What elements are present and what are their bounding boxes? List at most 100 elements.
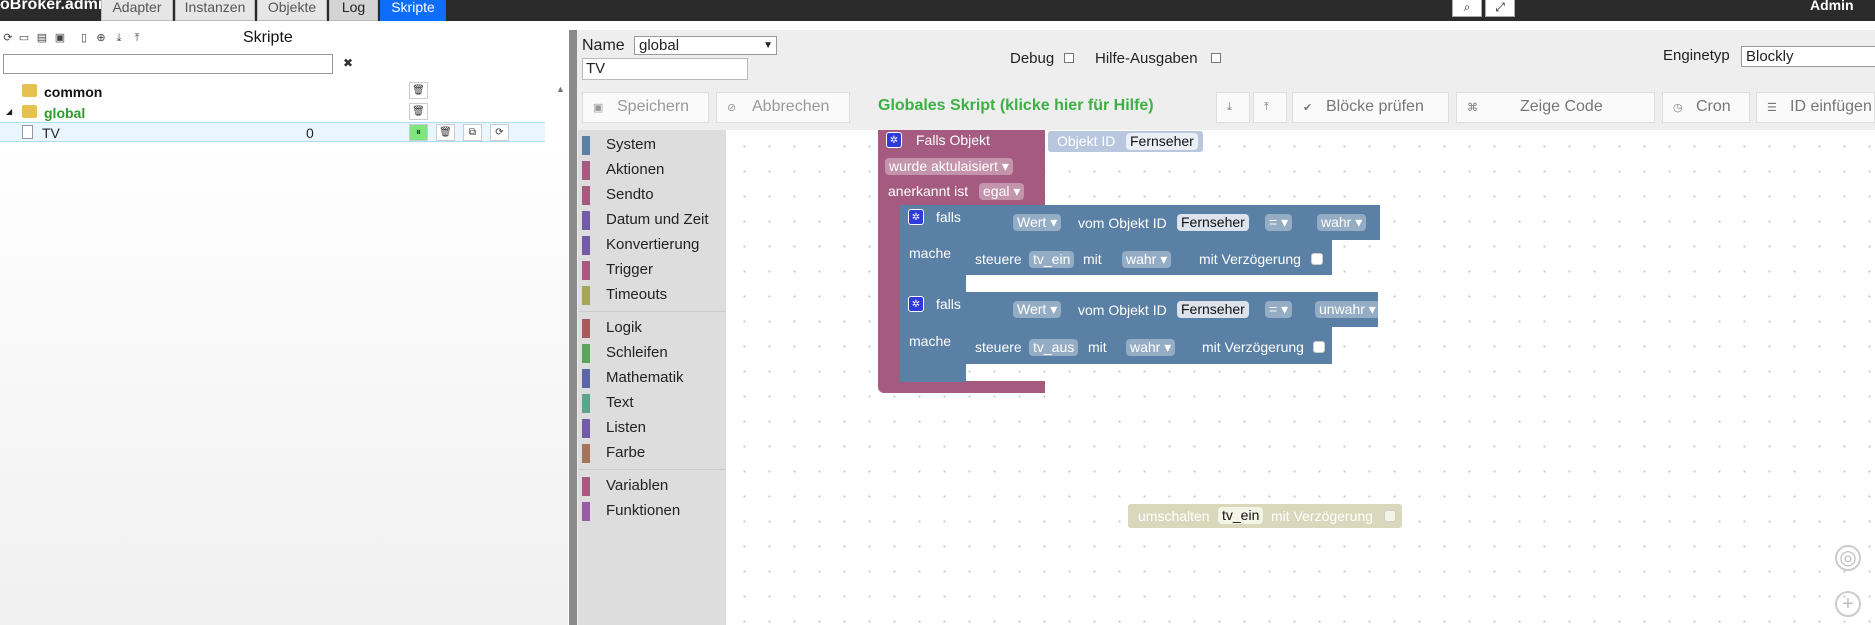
wert-dropdown-2[interactable]: Wert ▾ <box>1013 301 1062 318</box>
export-icon[interactable]: ⤒ <box>131 32 143 44</box>
check-icon: ✔ <box>1303 102 1313 114</box>
export-blocks-button[interactable]: ⤓ <box>1216 92 1250 123</box>
gear-icon[interactable]: ✲ <box>908 209 924 225</box>
objekt-id-value[interactable]: Fernseher <box>1126 133 1198 150</box>
recenter-icon[interactable]: ◎ <box>1835 545 1861 571</box>
save-button[interactable]: ▣ Speichern <box>582 92 709 123</box>
wert-dropdown-1[interactable]: Wert ▾ <box>1013 214 1062 231</box>
tab-log[interactable]: Log <box>329 0 378 21</box>
objekt-value-1[interactable]: Fernseher <box>1177 214 1249 231</box>
debug-label: Debug <box>1010 50 1055 67</box>
op-dropdown-2[interactable]: = ▾ <box>1265 301 1293 318</box>
panel-splitter[interactable] <box>569 30 577 625</box>
folder-icon <box>22 105 37 118</box>
target-1[interactable]: tv_ein <box>1029 251 1075 268</box>
event-dropdown[interactable]: wurde aktulaisiert ▾ <box>885 158 1013 175</box>
vom-objekt-label-1: vom Objekt ID <box>1078 215 1167 231</box>
umschalten-checkbox[interactable] <box>1384 510 1396 522</box>
anerkannt-dropdown[interactable]: egal ▾ <box>979 183 1025 200</box>
tree-label-global: global <box>44 105 86 121</box>
delay-label-1: mit Verzögerung <box>1199 251 1301 267</box>
upload-icon: ⤒ <box>1264 101 1269 113</box>
pause-icon[interactable]: ⏸ <box>409 124 428 141</box>
expand-arrow-icon[interactable]: ◢ <box>6 107 12 116</box>
list-icon: ☰ <box>1767 102 1777 114</box>
hilfe-label: Hilfe-Ausgaben <box>1095 50 1198 67</box>
tab-adapter[interactable]: Adapter <box>101 0 173 21</box>
scroll-up-icon[interactable]: ▲ <box>556 84 565 94</box>
tree-row-global[interactable]: ◢ global 🗑 <box>0 102 545 122</box>
tree-label-tv: TV <box>42 125 60 141</box>
delay-checkbox-2[interactable] <box>1313 341 1325 353</box>
vom-objekt-label-2: vom Objekt ID <box>1078 302 1167 318</box>
mit-value-dropdown-2[interactable]: wahr ▾ <box>1126 339 1176 356</box>
show-code-button[interactable]: ⌘ Zeige Code <box>1456 92 1655 123</box>
restart-icon[interactable]: ⟳ <box>490 124 509 141</box>
delay-checkbox-1[interactable] <box>1311 253 1323 265</box>
dropdown-arrow-icon: ▼ <box>763 40 773 51</box>
delete-icon[interactable]: 🗑 <box>409 103 428 120</box>
script-value: 0 <box>306 125 314 141</box>
op-dropdown-1[interactable]: = ▾ <box>1265 214 1293 231</box>
mit-value-dropdown-1[interactable]: wahr ▾ <box>1122 251 1172 268</box>
tab-skripte[interactable]: Skripte <box>380 0 446 21</box>
admin-label[interactable]: Admin <box>1810 0 1854 13</box>
copy-icon[interactable]: ⧉ <box>463 124 482 141</box>
toolbox-separator <box>578 469 726 470</box>
tree-label-common: common <box>44 84 103 100</box>
debug-checkbox[interactable] <box>1064 53 1074 63</box>
expand-icon[interactable]: ⤢ <box>1485 0 1515 17</box>
hilfe-checkbox[interactable] <box>1211 53 1221 63</box>
brand-title: oBroker.admin <box>0 0 113 13</box>
collapse-icon[interactable]: ▭ <box>18 32 30 44</box>
check-blocks-button[interactable]: ✔ Blöcke prüfen <box>1292 92 1449 123</box>
objekt-value-2[interactable]: Fernseher <box>1177 301 1249 318</box>
cancel-button[interactable]: ⊘ Abbrechen <box>716 92 850 123</box>
steuere-label-2: steuere <box>975 339 1022 355</box>
gear-icon[interactable]: ✲ <box>886 132 902 148</box>
file-icon <box>22 125 33 139</box>
zoom-in-icon[interactable]: + <box>1835 591 1861 617</box>
engine-select[interactable]: Blockly <box>1741 46 1875 67</box>
value-dropdown-2[interactable]: unwahr ▾ <box>1315 301 1380 318</box>
tab-objekte[interactable]: Objekte <box>257 0 327 21</box>
insert-id-button[interactable]: ☰ ID einfügen <box>1756 92 1875 123</box>
cancel-icon: ⊘ <box>727 102 737 114</box>
tab-instanzen[interactable]: Instanzen <box>175 0 255 21</box>
delete-icon[interactable]: 🗑 <box>409 82 428 99</box>
value-dropdown-1[interactable]: wahr ▾ <box>1317 214 1367 231</box>
scripts-search-input[interactable] <box>3 54 333 74</box>
umschalten-label: umschalten <box>1138 508 1210 524</box>
folder-open-icon[interactable]: ▤ <box>36 32 48 44</box>
gear-icon[interactable]: ✲ <box>908 296 924 312</box>
add-icon[interactable]: ⊕ <box>95 32 107 44</box>
global-script-hint[interactable]: Globales Skript (klicke hier für Hilfe) <box>878 97 1154 115</box>
scripts-title: Skripte <box>243 29 293 46</box>
close-icon[interactable]: ✖ <box>340 55 356 71</box>
umschalten-delay-label: mit Verzögerung <box>1271 508 1373 524</box>
folder-add-icon[interactable]: ▣ <box>54 32 66 44</box>
cron-button[interactable]: ◷ Cron <box>1662 92 1750 123</box>
search-icon[interactable]: ⌕ <box>1452 0 1482 17</box>
umschalten-target[interactable]: tv_ein <box>1218 507 1264 524</box>
code-icon: ⌘ <box>1467 102 1478 114</box>
tree-row-tv[interactable]: TV 0 ⏸ 🗑 ⧉ ⟳ <box>0 122 545 142</box>
trigger-block-side <box>878 200 900 385</box>
target-2[interactable]: tv_aus <box>1029 339 1079 356</box>
new-file-icon[interactable]: ▯ <box>78 32 90 44</box>
delete-icon[interactable]: 🗑 <box>436 124 455 141</box>
mit-label-2: mit <box>1088 339 1107 355</box>
tree-row-common[interactable]: common 🗑 <box>0 81 545 101</box>
download-icon: ⤓ <box>1227 101 1232 113</box>
mit-label-1: mit <box>1083 251 1102 267</box>
delay-label-2: mit Verzögerung <box>1202 339 1304 355</box>
mache-label-1: mache <box>909 245 952 261</box>
folder-select[interactable]: global ▼ <box>634 36 777 55</box>
objekt-id-label: Objekt ID <box>1057 133 1116 149</box>
refresh-icon[interactable]: ⟳ <box>2 32 14 44</box>
import-icon[interactable]: ⤓ <box>113 32 125 44</box>
falls-label-2: falls <box>936 296 961 312</box>
mache-label-2: mache <box>909 333 952 349</box>
import-blocks-button[interactable]: ⤒ <box>1253 92 1287 123</box>
script-name-input[interactable]: TV <box>582 58 748 80</box>
